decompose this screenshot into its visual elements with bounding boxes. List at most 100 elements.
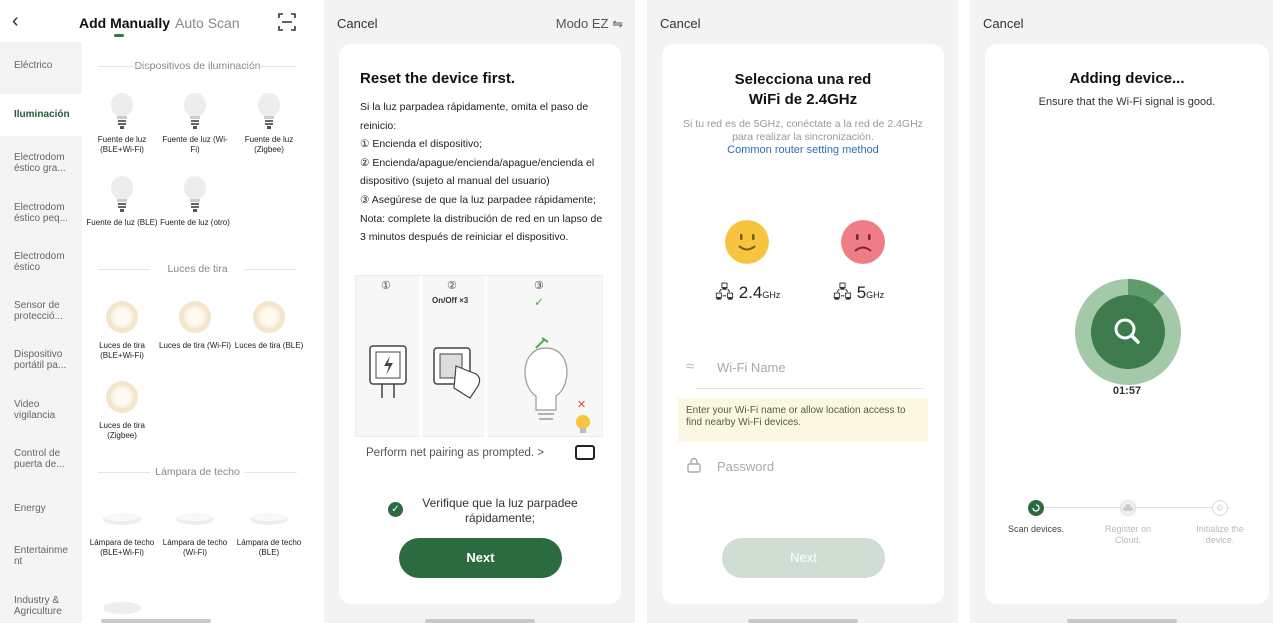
band-2-4-value: 2.4 [738,283,763,302]
top-bar: ‹ Add Manually Auto Scan [0,0,311,44]
device-strip-wifi[interactable]: Luces de tira (Wi-Fi) [159,298,231,351]
sidebar-item-electrodomestico[interactable]: Electrodom éstico [0,251,70,273]
router-icon: 🖧 [833,283,852,302]
section-title-strips: Luces de tira [98,263,298,275]
sad-face-icon [841,220,885,264]
mode-switch[interactable]: Modo EZ ⇋ [556,16,623,32]
device-label: Luces de tira (BLE+Wi-Fi) [99,341,145,360]
device-label: Fuente de luz (BLE+Wi-Fi) [97,135,147,154]
router-setting-link[interactable]: Common router setting method [662,144,944,156]
device-label: Fuente de luz (Zigbee) [244,135,294,154]
countdown-timer: 01:57 [1112,385,1142,397]
instruction-step-1: ① Encienda el dispositivo; [360,138,483,151]
sidebar-item-electrico[interactable]: Eléctrico [0,60,82,71]
smiley-icon [725,220,769,264]
next-button-disabled[interactable]: Next [722,538,885,578]
home-indicator [424,619,535,623]
light-strip-icon [106,381,138,413]
device-bulb-other[interactable]: Fuente de luz (otro) [159,175,231,228]
adding-device-screen: Cancel Adding device... Ensure that the … [970,0,1273,623]
sidebar-item-energy[interactable]: Energy [0,503,82,514]
device-label: Fuente de luz (BLE) [86,218,158,227]
device-strip-ble-wifi[interactable]: Luces de tira (BLE+Wi-Fi) [86,298,158,361]
frequency-hint: Si tu red es de 5GHz, conéctate a la red… [683,118,923,143]
reset-instructions: Si la luz parpadea rápidamente, omita el… [360,98,610,247]
page-title: Selecciona una red WiFi de 2.4GHz [734,71,872,108]
light-strip-icon [253,301,285,333]
bulb-icon [111,176,133,212]
add-manually-screen: ‹ Add Manually Auto Scan Eléctrico Ilumi… [0,0,311,623]
sidebar-item-sensor[interactable]: Sensor de protecció... [0,300,70,322]
device-label: Lámpara de techo (BLE) [236,538,302,557]
wifi-name-input[interactable]: Wi-Fi Name [717,360,786,375]
device-ceiling-ble[interactable]: Lámpara de techo (BLE) [233,505,305,558]
back-icon[interactable]: ‹ [12,10,19,33]
cloud-icon [1123,504,1133,511]
wifi-select-screen: Cancel Selecciona una red WiFi de 2.4GHz… [647,0,958,623]
verify-label: Verifique que la luz parpadee rápidament… [422,496,578,525]
tab-add-manually[interactable]: Add Manually [79,15,170,31]
cross-icon: ✕ [577,399,587,411]
net-pairing-link[interactable]: Perform net pairing as prompted. > [366,447,544,459]
device-bulb-wifi[interactable]: Fuente de luz (Wi-Fi) [159,92,231,155]
reset-illustration: ① ② On/Off ×3 ③ ✓ ✕ [355,275,603,438]
step-label-initialize: Initialize the device. [1196,524,1244,545]
ceiling-lamp-icon [250,513,288,525]
step-register-dot [1120,500,1136,516]
sidebar-item-entertainment[interactable]: Entertainme nt [0,545,72,567]
device-label: Lámpara de techo (Wi-Fi) [162,538,228,557]
instruction-note: Nota: complete la distribución de red en… [360,212,603,244]
step-number-3: ③ [534,280,544,292]
step-number-2: ② [447,280,457,292]
cancel-button[interactable]: Cancel [660,16,700,31]
sidebar-item-video-vigilancia[interactable]: Video vigilancia [0,399,70,421]
category-sidebar: Eléctrico Iluminación Electrodom éstico … [0,42,82,623]
instruction-step-3: ③ Asegúrese de que la luz parpadee rápid… [360,193,596,206]
page-title: Adding device... [1069,70,1185,87]
refresh-icon [1032,504,1040,512]
sidebar-item-electrodomestico-pequeno[interactable]: Electrodom éstico peq... [0,202,70,224]
divider [695,388,924,389]
device-ceiling-ble-wifi[interactable]: Lámpara de techo (BLE+Wi-Fi) [86,505,158,558]
confirm-checkbox[interactable]: ✓ [388,502,403,517]
device-ceiling-wifi[interactable]: Lámpara de techo (Wi-Fi) [159,505,231,558]
device-bulb-ble-wifi[interactable]: Fuente de luz (BLE+Wi-Fi) [86,92,158,155]
scan-progress-ring [1075,279,1181,385]
ceiling-lamp-icon [176,513,214,525]
sidebar-item-control-puerta[interactable]: Control de puerta de... [0,448,70,470]
device-label: Lámpara de techo (BLE+Wi-Fi) [89,538,155,557]
cancel-button[interactable]: Cancel [337,16,377,31]
light-strip-icon [179,301,211,333]
device-label: Luces de tira (Wi-Fi) [159,341,232,350]
home-indicator [747,619,858,623]
instruction-step-2: ② Encienda/apague/encienda/apague/encien… [360,156,595,188]
video-icon[interactable] [575,445,595,460]
next-button[interactable]: Next [399,538,562,578]
band-5ghz: 🖧 5GHz [833,280,884,309]
bulb-icon [184,93,206,129]
light-strip-icon [106,301,138,333]
device-strip-zigbee[interactable]: Luces de tira (Zigbee) [86,378,158,441]
sidebar-item-industry[interactable]: Industry & Agriculture [0,595,70,617]
section-title-ceiling: Lámpara de techo [98,466,298,478]
tab-auto-scan[interactable]: Auto Scan [175,15,240,31]
scan-icon[interactable] [278,13,296,31]
home-indicator [1066,619,1177,623]
sidebar-item-dispositivo-portatil[interactable]: Dispositivo portátil pa... [0,349,74,371]
device-strip-ble[interactable]: Luces de tira (BLE) [233,298,305,351]
lock-icon [687,457,701,473]
device-label: Luces de tira (Zigbee) [99,421,145,440]
password-input[interactable]: Password [717,459,774,474]
sidebar-item-iluminacion[interactable]: Iluminación [0,94,82,136]
check-icon: ✓ [534,295,545,309]
step-scan-dot [1028,500,1044,516]
device-bulb-zigbee[interactable]: Fuente de luz (Zigbee) [233,92,305,155]
cancel-button[interactable]: Cancel [983,16,1023,31]
reset-card: Reset the device first. Si la luz parpad… [339,44,621,604]
page-title: Reset the device first. [360,70,516,87]
step-initialize-dot: © [1212,500,1228,516]
device-label: Fuente de luz (Wi-Fi) [162,135,228,154]
wifi-card: Selecciona una red WiFi de 2.4GHz Si tu … [662,44,944,604]
sidebar-item-electrodomestico-grande[interactable]: Electrodom éstico gra... [0,152,70,174]
device-bulb-ble[interactable]: Fuente de luz (BLE) [86,175,158,228]
